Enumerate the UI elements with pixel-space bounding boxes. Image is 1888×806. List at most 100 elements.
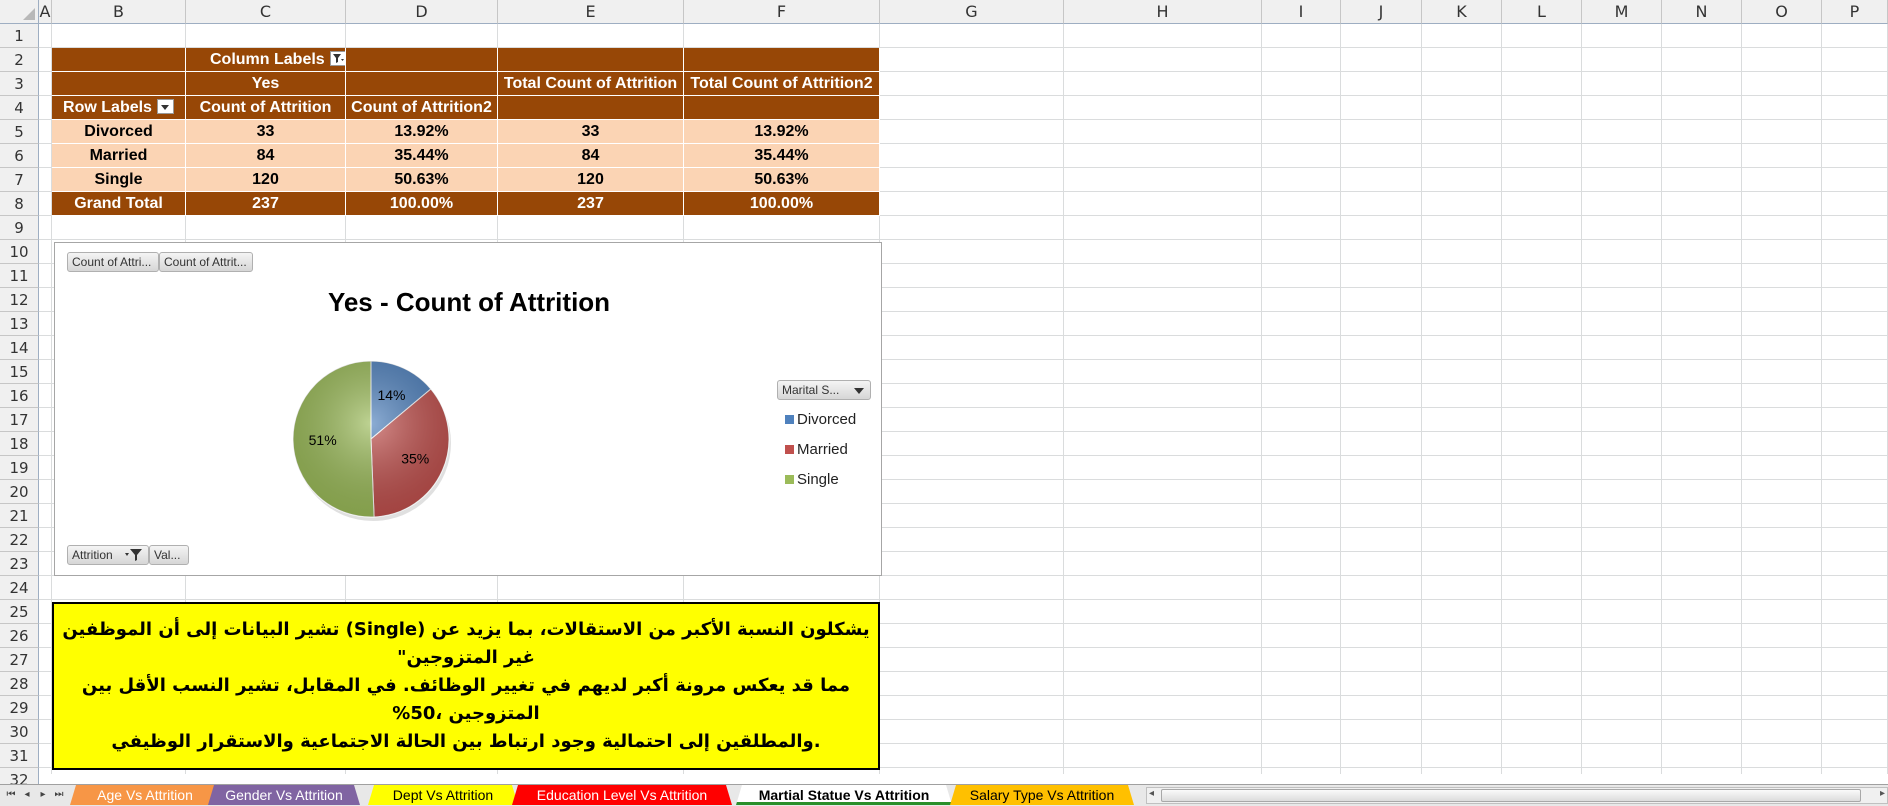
pivot-row-label[interactable]: Single [52,168,186,192]
row-header[interactable]: 9 [0,216,39,240]
legend-filter-button[interactable]: Marital S... [777,380,871,400]
pie-data-label[interactable]: 51% [309,432,337,448]
pivot-value-cell[interactable]: 50.63% [684,168,880,192]
column-header[interactable]: H [1064,0,1262,24]
chart-field-button-count[interactable]: Count of Attri... [67,252,159,272]
row-header[interactable]: 18 [0,432,39,456]
analysis-note[interactable]: يشكلون النسبة الأكبر من الاستقالات، بما … [52,602,880,770]
row-header[interactable]: 14 [0,336,39,360]
column-header[interactable]: C [186,0,346,24]
column-header[interactable]: N [1662,0,1742,24]
row-header[interactable]: 6 [0,144,39,168]
column-header[interactable]: I [1262,0,1341,24]
column-header[interactable]: K [1422,0,1502,24]
row-header[interactable]: 4 [0,96,39,120]
column-header[interactable]: B [52,0,186,24]
pie-data-label[interactable]: 35% [401,451,429,467]
pivot-value-cell[interactable]: 120 [186,168,346,192]
column-header[interactable]: L [1502,0,1582,24]
row-header[interactable]: 21 [0,504,39,528]
pivot-grand-total-total[interactable]: 237 [498,192,684,216]
pivot-chart[interactable]: Count of Attri... Count of Attrit... Yes… [54,242,882,576]
pivot-grand-total-total-pct[interactable]: 100.00% [684,192,880,216]
sheet-tab[interactable]: Salary Type Vs Attrition [950,785,1134,805]
pivot-value-cell[interactable]: 35.44% [684,144,880,168]
row-header[interactable]: 7 [0,168,39,192]
pie-plot-area[interactable]: 14% 35% 51% [255,343,495,533]
next-sheet-icon[interactable]: ▸ [36,788,50,802]
pivot-value-cell[interactable]: 33 [498,120,684,144]
row-header[interactable]: 26 [0,624,39,648]
values-field-button[interactable]: Val... [149,545,189,565]
column-header[interactable]: F [684,0,880,24]
select-all-corner[interactable] [0,0,39,24]
sheet-tab[interactable]: Dept Vs Attrition [368,785,518,805]
row-header[interactable]: 13 [0,312,39,336]
sheet-tab[interactable]: Education Level Vs Attrition [512,785,732,805]
chart-field-button-count2[interactable]: Count of Attrit... [159,252,253,272]
column-header[interactable]: D [346,0,498,24]
pivot-grand-total-count[interactable]: 237 [186,192,346,216]
column-header[interactable]: G [880,0,1064,24]
pivot-grand-total-label[interactable]: Grand Total [52,192,186,216]
legend-entry[interactable]: Married [785,441,848,458]
row-header[interactable]: 16 [0,384,39,408]
row-header[interactable]: 23 [0,552,39,576]
row-header[interactable]: 2 [0,48,39,72]
row-header[interactable]: 20 [0,480,39,504]
legend-entry[interactable]: Single [785,471,839,488]
horizontal-scroll-thumb[interactable] [1161,789,1861,802]
row-header[interactable]: 8 [0,192,39,216]
row-header[interactable]: 31 [0,744,39,768]
first-sheet-icon[interactable]: ⏮ [4,788,18,802]
row-header[interactable]: 19 [0,456,39,480]
pivot-value-cell[interactable]: 120 [498,168,684,192]
axis-field-button-attrition[interactable]: Attrition [67,545,149,565]
row-header[interactable]: 11 [0,264,39,288]
pivot-value-cell[interactable]: 84 [186,144,346,168]
row-header[interactable]: 17 [0,408,39,432]
row-header[interactable]: 3 [0,72,39,96]
row-header[interactable]: 5 [0,120,39,144]
sheet-tab[interactable]: Age Vs Attrition [70,785,220,805]
column-filter-icon[interactable] [329,51,345,67]
legend-entry[interactable]: Divorced [785,411,856,428]
pivot-value-cell[interactable]: 50.63% [346,168,498,192]
column-header[interactable]: O [1742,0,1822,24]
pivot-row-label[interactable]: Married [52,144,186,168]
row-header[interactable]: 12 [0,288,39,312]
row-header[interactable]: 22 [0,528,39,552]
last-sheet-icon[interactable]: ⏭ [52,788,66,802]
pivot-value-cell[interactable]: 13.92% [684,120,880,144]
row-header[interactable]: 15 [0,360,39,384]
horizontal-scrollbar[interactable]: ◂ ▸ [1146,787,1888,804]
scroll-right-icon[interactable]: ▸ [1880,788,1885,799]
row-header[interactable]: 10 [0,240,39,264]
row-header[interactable]: 30 [0,720,39,744]
row-header[interactable]: 27 [0,648,39,672]
pivot-value-cell[interactable]: 35.44% [346,144,498,168]
pivot-row-labels-header[interactable]: Row Labels [52,96,186,120]
row-labels-dropdown-icon[interactable] [156,99,174,115]
column-header[interactable]: P [1822,0,1888,24]
pivot-value-cell[interactable]: 13.92% [346,120,498,144]
pivot-column-labels-header[interactable]: Column Labels [186,48,346,72]
pivot-value-cell[interactable]: 33 [186,120,346,144]
column-header[interactable]: E [498,0,684,24]
sheet-tab[interactable]: Gender Vs Attrition [208,785,360,805]
row-header[interactable]: 1 [0,24,39,48]
scroll-left-icon[interactable]: ◂ [1149,788,1154,799]
row-header[interactable]: 25 [0,600,39,624]
row-header[interactable]: 28 [0,672,39,696]
column-header[interactable]: A [39,0,52,24]
chart-title[interactable]: Yes - Count of Attrition [55,287,883,318]
pie-data-label[interactable]: 14% [377,387,405,403]
pivot-value-cell[interactable]: 84 [498,144,684,168]
pivot-grand-total-pct[interactable]: 100.00% [346,192,498,216]
column-header[interactable]: M [1582,0,1662,24]
column-header[interactable]: J [1341,0,1422,24]
row-header[interactable]: 24 [0,576,39,600]
row-header[interactable]: 29 [0,696,39,720]
pivot-row-label[interactable]: Divorced [52,120,186,144]
prev-sheet-icon[interactable]: ◂ [20,788,34,802]
